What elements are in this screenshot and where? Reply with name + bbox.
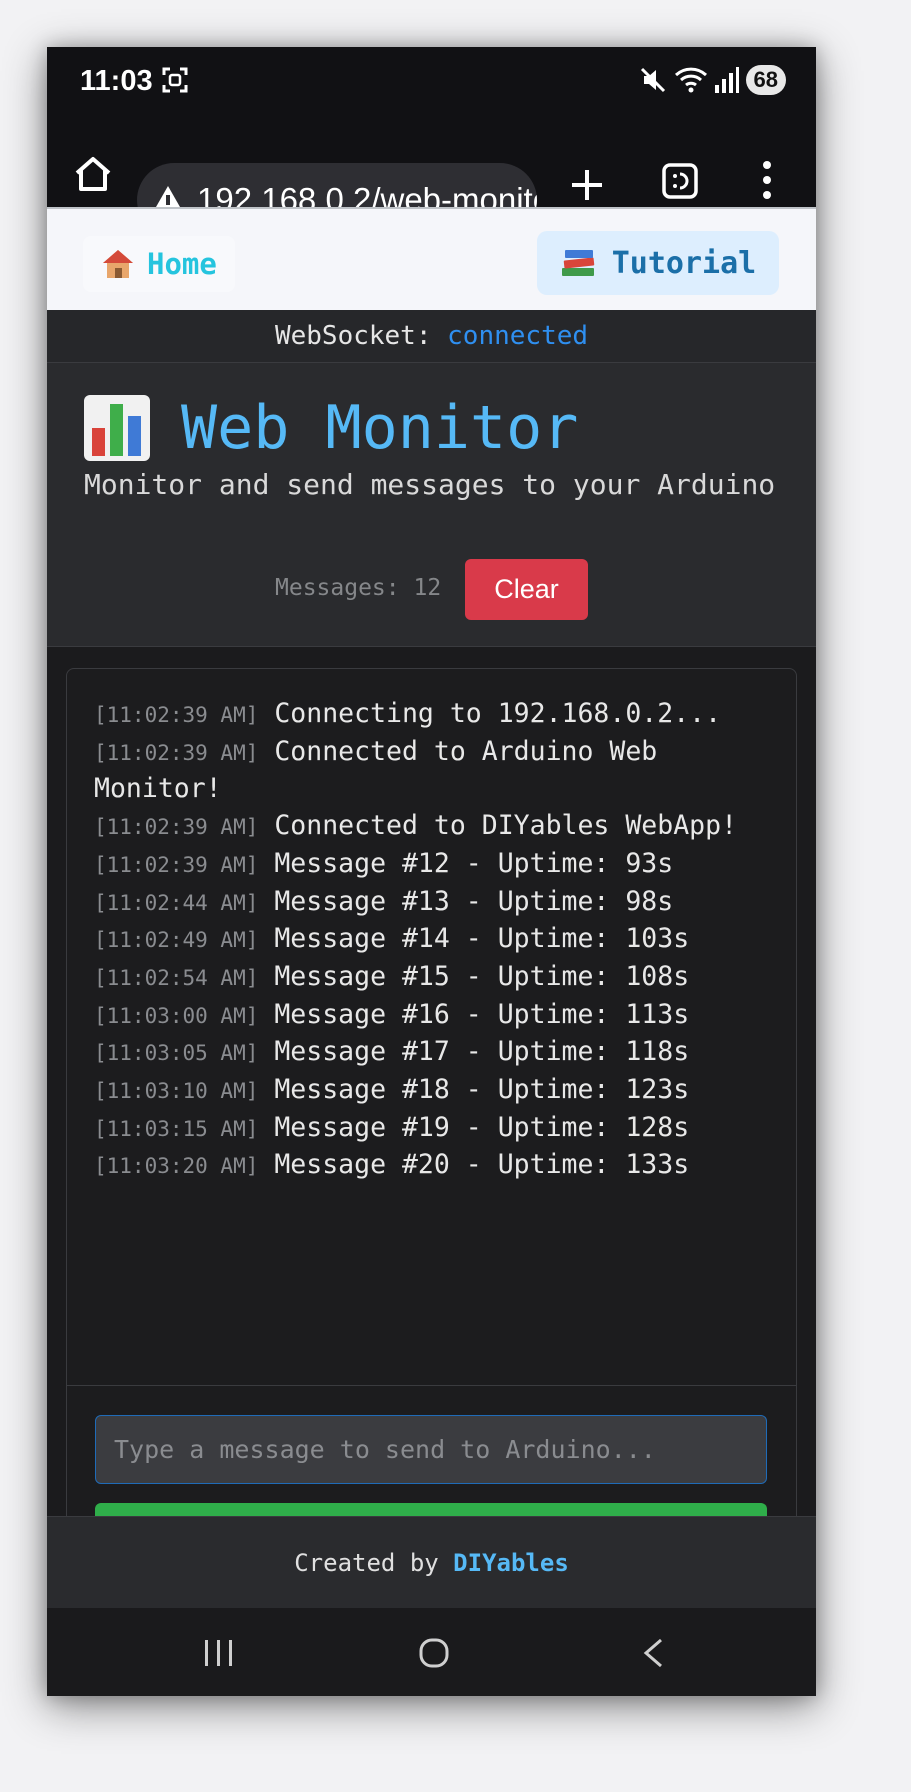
log-text: Message #15 - Uptime: 108s (274, 960, 690, 992)
log-text: Message #14 - Uptime: 103s (274, 923, 690, 955)
log-text: Message #20 - Uptime: 133s (274, 1149, 690, 1181)
log-timestamp: [11:02:49 AM] (94, 928, 259, 953)
log-timestamp: [11:02:39 AM] (94, 852, 259, 877)
log-text: Connected to DIYables WebApp! (274, 810, 738, 842)
new-tab-icon[interactable] (567, 165, 607, 205)
page-subtitle: Monitor and send messages to your Arduin… (84, 468, 776, 501)
nav-tutorial-label: Tutorial (611, 245, 757, 281)
tab-switcher-icon[interactable] (661, 162, 699, 200)
log-timestamp: [11:03:15 AM] (94, 1116, 259, 1141)
log-line: [11:02:44 AM] Message #13 - Uptime: 98s (94, 884, 774, 922)
books-icon (561, 250, 594, 276)
log-text: Message #13 - Uptime: 98s (274, 885, 674, 917)
back-icon[interactable] (641, 1637, 665, 1669)
house-icon (103, 250, 133, 278)
log-timestamp: [11:02:39 AM] (94, 815, 259, 840)
log-timestamp: [11:02:39 AM] (94, 703, 259, 727)
browser-home-icon[interactable] (72, 153, 114, 195)
page-title: Web Monitor (181, 393, 579, 463)
log-text: Message #17 - Uptime: 118s (274, 1036, 690, 1068)
log-line: [11:02:49 AM] Message #14 - Uptime: 103s (94, 921, 774, 959)
nav-home-label: Home (147, 247, 217, 281)
log-line: [11:03:05 AM] Message #17 - Uptime: 118s (94, 1034, 774, 1072)
message-input[interactable] (95, 1415, 767, 1484)
status-icons: 68 (638, 65, 786, 95)
more-menu-icon[interactable] (757, 159, 777, 201)
log-line: [11:03:20 AM] Message #20 - Uptime: 133s (94, 1147, 774, 1185)
websocket-label: WebSocket: (274, 321, 432, 351)
log-text: Message #16 - Uptime: 113s (274, 998, 690, 1030)
wifi-icon (674, 67, 707, 93)
battery-level: 68 (745, 65, 786, 95)
status-bar: 11:03 68 (47, 47, 816, 113)
system-navigation-bar (47, 1608, 816, 1696)
log-line: [11:02:39 AM] Connected to DIYables WebA… (94, 808, 774, 846)
monitor-header: Web Monitor Monitor and send messages to… (47, 363, 816, 647)
footer-prefix: Created by (294, 1549, 439, 1577)
log-text: Message #18 - Uptime: 123s (274, 1074, 690, 1106)
nav-tutorial-button[interactable]: Tutorial (537, 231, 779, 295)
log-line: [11:03:15 AM] Message #19 - Uptime: 128s (94, 1110, 774, 1148)
log-timestamp: [11:02:44 AM] (94, 890, 259, 915)
websocket-state: connected (447, 321, 589, 351)
message-count: Messages: 12 (275, 575, 442, 601)
recent-apps-icon[interactable] (203, 1638, 235, 1668)
log-text: Message #19 - Uptime: 128s (274, 1111, 690, 1143)
system-home-icon[interactable] (418, 1637, 450, 1669)
title-row: Web Monitor (83, 393, 578, 463)
log-line: [11:03:00 AM] Message #16 - Uptime: 113s (94, 997, 774, 1035)
bar-chart-icon (84, 395, 150, 461)
page-footer: Created by DIYables (47, 1516, 816, 1609)
mute-icon (640, 67, 665, 93)
status-time: 11:03 (80, 65, 153, 97)
screenshot-icon (162, 67, 188, 93)
log-line: [11:02:39 AM] Connecting to 192.168.0.2.… (94, 696, 774, 734)
signal-icon (714, 67, 739, 93)
monitor-controls: Messages: 12 Clear (47, 559, 816, 621)
phone-screen: 11:03 68 192.168.0.2/web-monitor Home Tu… (47, 47, 816, 1696)
websocket-status: WebSocket: connected (47, 310, 816, 363)
page-nav: Home Tutorial (47, 207, 816, 312)
log-text: Message #12 - Uptime: 93s (274, 847, 674, 879)
log-timestamp: [11:02:54 AM] (94, 965, 259, 990)
log-line: [11:02:39 AM] Message #12 - Uptime: 93s (94, 846, 774, 884)
log-line: [11:02:39 AM] Connected to Arduino Web M… (94, 734, 774, 808)
log-timestamp: [11:03:10 AM] (94, 1079, 259, 1104)
clear-button[interactable]: Clear (465, 559, 588, 620)
footer-brand-link[interactable]: DIYables (453, 1549, 569, 1577)
log-timestamp: [11:03:00 AM] (94, 1003, 259, 1028)
log-timestamp: [11:02:39 AM] (94, 740, 259, 765)
log-text: Connecting to 192.168.0.2... (274, 698, 722, 729)
log-line: [11:02:54 AM] Message #15 - Uptime: 108s (94, 959, 774, 997)
log-timestamp: [11:03:20 AM] (94, 1154, 259, 1179)
message-log[interactable]: [11:02:39 AM] Connecting to 192.168.0.2.… (94, 696, 774, 1185)
log-line: [11:03:10 AM] Message #18 - Uptime: 123s (94, 1072, 774, 1110)
log-timestamp: [11:03:05 AM] (94, 1041, 259, 1066)
nav-home-link[interactable]: Home (83, 236, 235, 292)
